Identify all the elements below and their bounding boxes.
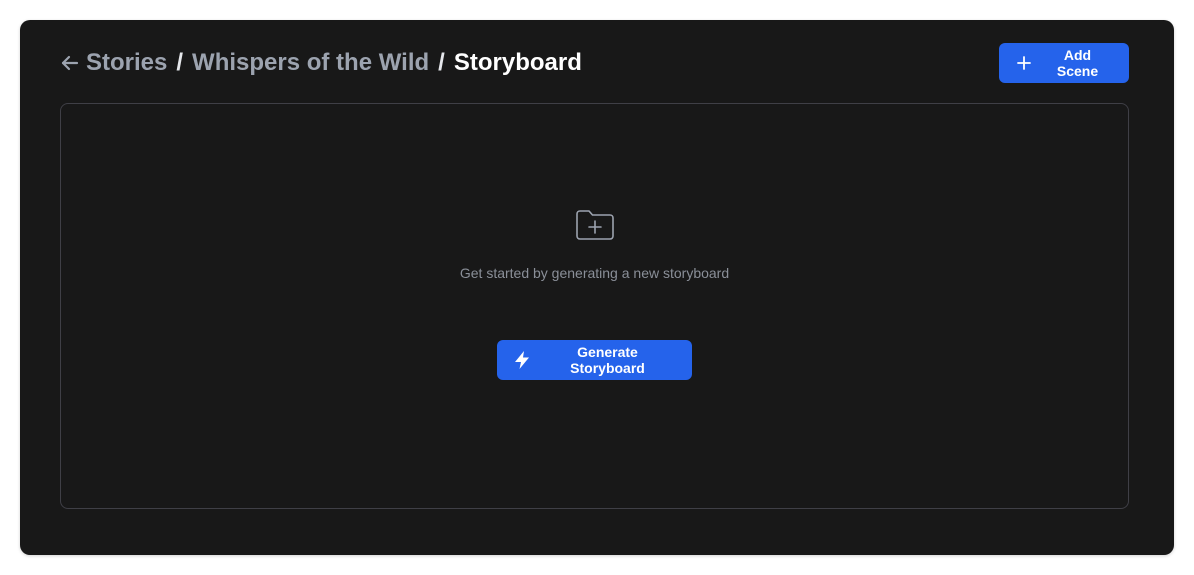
- breadcrumb-separator: /: [176, 49, 184, 76]
- storyboard-panel: Stories / Whispers of the Wild / Storybo…: [20, 20, 1174, 555]
- page-title: Storyboard: [453, 49, 582, 76]
- arrow-left-icon[interactable]: [60, 53, 80, 73]
- folder-plus-icon: [575, 207, 615, 243]
- plus-icon: [1017, 56, 1031, 70]
- breadcrumb-stories[interactable]: Stories: [86, 49, 167, 77]
- empty-state-message: Get started by generating a new storyboa…: [459, 265, 730, 281]
- generate-storyboard-button[interactable]: Generate Storyboard: [497, 340, 692, 380]
- breadcrumb: Stories / Whispers of the Wild / Storybo…: [60, 49, 582, 77]
- page-header: Stories / Whispers of the Wild / Storybo…: [60, 43, 1129, 83]
- lightning-bolt-icon: [513, 350, 531, 370]
- breadcrumb-story-title[interactable]: Whispers of the Wild: [192, 49, 429, 77]
- add-scene-button[interactable]: Add Scene: [999, 43, 1129, 83]
- empty-state: Get started by generating a new storyboa…: [60, 103, 1129, 509]
- generate-storyboard-label: Generate Storyboard: [570, 344, 645, 376]
- breadcrumb-separator: /: [438, 49, 445, 76]
- add-scene-label: Add Scene: [1056, 47, 1099, 79]
